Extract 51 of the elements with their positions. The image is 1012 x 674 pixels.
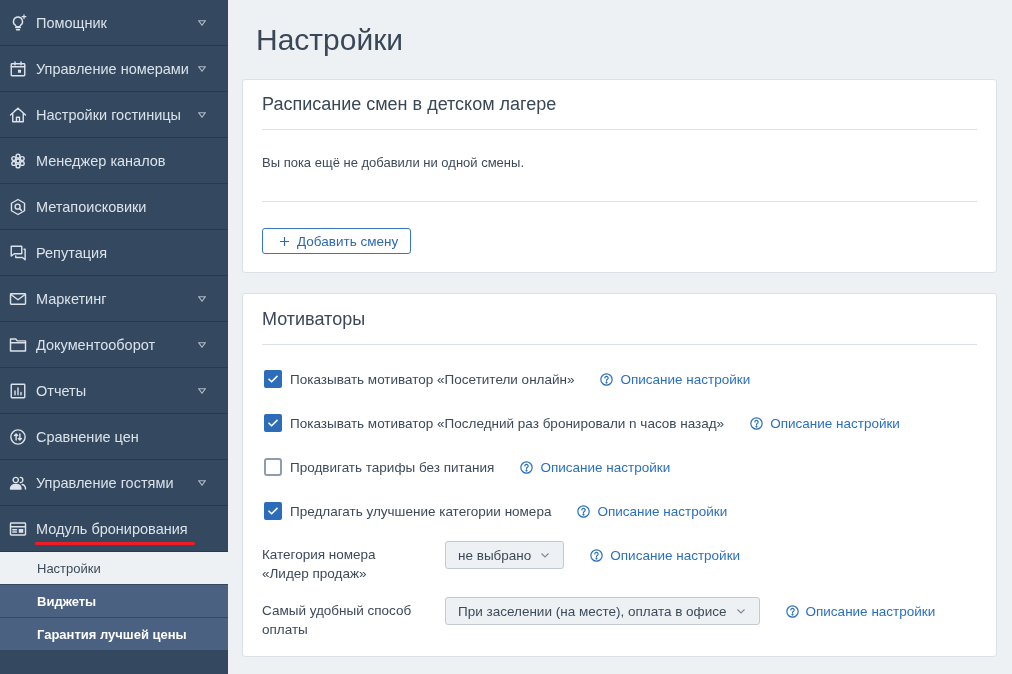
chevron-down-icon [736, 608, 745, 614]
question-circle-icon [577, 504, 591, 518]
empty-message: Вы пока ещё не добавили ни одной смены. [262, 154, 525, 172]
dropdown[interactable]: не выбрано [445, 541, 565, 569]
checkbox-label: Показывать мотиватор «Посетители онлайн» [290, 371, 575, 387]
field-label: Самый удобный способ оплаты [262, 602, 413, 639]
submenu-item[interactable]: Гарантия лучшей цены [0, 618, 228, 651]
checkbox[interactable] [264, 458, 282, 476]
field-label: Категория номера «Лидер продаж» [262, 546, 377, 583]
window-icon [9, 519, 27, 538]
submenu-item[interactable]: Настройки [0, 552, 228, 585]
submenu-item[interactable]: Виджеты [0, 585, 228, 618]
caret-icon [198, 65, 206, 72]
checkbox[interactable] [264, 502, 282, 520]
caret-icon [198, 19, 206, 26]
question-circle-icon [590, 548, 604, 562]
checkbox[interactable] [264, 414, 282, 432]
question-circle-icon [600, 372, 614, 386]
hexagon-search-icon [9, 197, 27, 216]
arrows-circle-icon [9, 427, 27, 446]
add-shift-button[interactable]: Добавить смену [262, 228, 412, 254]
checkbox-label: Показывать мотиватор «Последний раз бронировали n часов назад» [290, 415, 725, 431]
calendar-icon [9, 59, 27, 78]
help-link[interactable]: Описание настройки [577, 503, 728, 519]
card-title: Расписание смен в детском лагере [262, 93, 558, 116]
checkbox[interactable] [264, 370, 282, 388]
caret-icon [198, 479, 206, 486]
help-link[interactable]: Описание настройки [590, 541, 741, 569]
caret-icon [198, 387, 206, 394]
folder-icon [9, 335, 27, 354]
caret-icon [198, 295, 206, 302]
question-circle-icon [785, 604, 799, 618]
question-circle-icon [520, 460, 534, 474]
help-link[interactable]: Описание настройки [600, 371, 751, 387]
caret-icon [198, 111, 206, 118]
page-title: Настройки [255, 22, 405, 58]
dropdown[interactable]: При заселении (на месте), оплата в офисе [445, 597, 760, 625]
bar-chart-icon [9, 381, 27, 400]
flower-icon [9, 151, 27, 170]
caret-icon [198, 341, 206, 348]
chevron-down-icon [541, 552, 550, 558]
card-title: Мотиваторы [262, 308, 367, 331]
checkbox-label: Предлагать улучшение категории номера [290, 503, 552, 519]
plus-icon [280, 236, 289, 246]
question-circle-icon [750, 416, 764, 430]
help-link[interactable]: Описание настройки [520, 459, 671, 475]
chat-icon [9, 243, 27, 262]
house-icon [9, 105, 27, 124]
checkbox-label: Продвигать тарифы без питания [290, 459, 495, 475]
help-link[interactable]: Описание настройки [750, 415, 900, 431]
help-link[interactable]: Описание настройки [785, 597, 936, 625]
